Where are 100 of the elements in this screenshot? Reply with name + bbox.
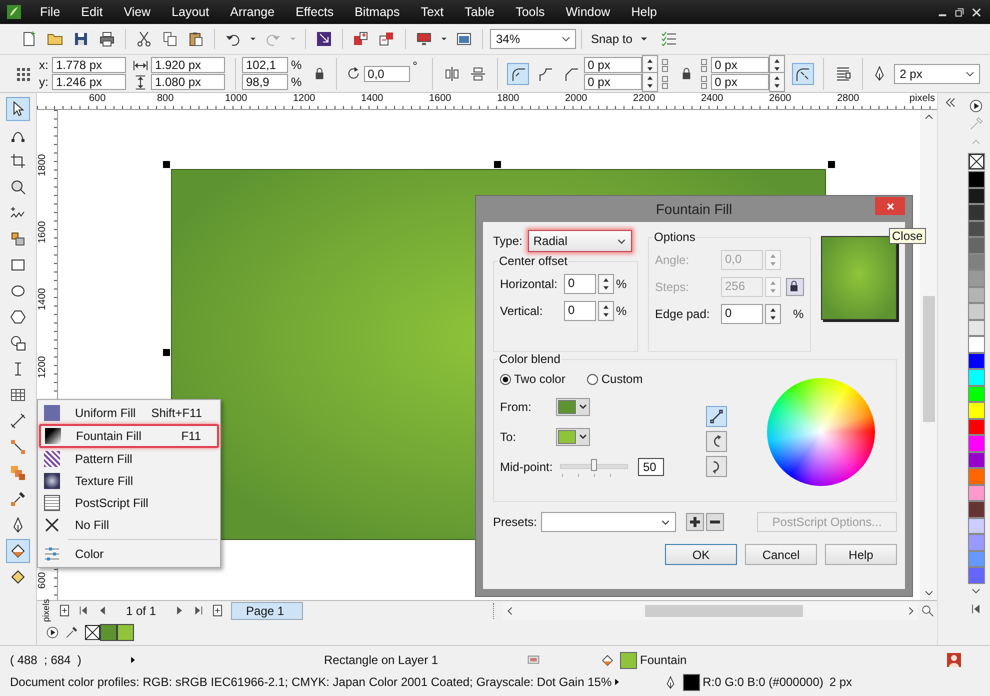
color-swatch[interactable]	[968, 501, 984, 518]
round-corner-button[interactable]	[506, 62, 529, 84]
color-swatch[interactable]	[968, 204, 984, 220]
selection-handle[interactable]	[163, 349, 170, 356]
menu-item[interactable]: Layout	[172, 5, 210, 19]
corner-radius-field[interactable]: 0 px	[710, 74, 769, 90]
fill-menu-item[interactable]: PostScript Fill	[39, 492, 219, 514]
checklist-icon[interactable]	[661, 31, 678, 47]
color-swatch[interactable]	[968, 286, 984, 303]
outline-width-dropdown[interactable]: 2 px	[894, 64, 980, 84]
monitor-icon[interactable]	[527, 654, 540, 666]
snap-to-dropdown[interactable]: Snap to	[591, 32, 650, 46]
color-swatch[interactable]	[968, 386, 984, 402]
color-swatch[interactable]	[968, 484, 984, 501]
zoom-level-dropdown[interactable]: 34%	[490, 29, 576, 49]
no-color-swatch[interactable]	[968, 153, 984, 170]
mid-point-field[interactable]: 50	[638, 458, 664, 476]
presets-dropdown[interactable]	[541, 512, 676, 532]
dialog-button[interactable]: Help	[825, 544, 897, 565]
printer-icon[interactable]	[99, 31, 115, 47]
horizontal-scrollbar[interactable]	[503, 602, 918, 620]
fill-menu-item[interactable]: Uniform Fill Shift+F11	[39, 402, 219, 424]
menu-item[interactable]: View	[124, 5, 151, 19]
add-page-icon[interactable]	[58, 604, 71, 617]
clockwise-arrow-button[interactable]	[706, 456, 727, 477]
scissors-icon[interactable]	[136, 31, 152, 47]
chamfer-corner-icon[interactable]	[562, 66, 579, 82]
first-page-icon[interactable]	[77, 604, 90, 617]
color-swatch[interactable]	[968, 320, 984, 336]
vertical-offset-field[interactable]: 0	[564, 300, 596, 320]
color-swatch[interactable]	[968, 254, 984, 270]
color-swatch[interactable]	[968, 518, 984, 534]
corner-radius-field[interactable]: 0 px	[584, 57, 642, 73]
color-swatch[interactable]	[968, 550, 984, 567]
new-document-icon[interactable]	[21, 31, 37, 47]
close-icon[interactable]	[971, 6, 982, 18]
type-dropdown[interactable]: Radial	[528, 230, 632, 252]
selection-handle[interactable]	[828, 161, 835, 168]
tool-button[interactable]	[6, 539, 30, 563]
user-silhouette-icon[interactable]	[946, 652, 962, 668]
rotation-angle-field[interactable]: 0,0	[364, 66, 410, 82]
color-swatch[interactable]	[968, 435, 984, 452]
folder-icon[interactable]	[47, 31, 63, 47]
clipboard-icon[interactable]	[188, 31, 204, 47]
add-preset-button[interactable]	[686, 513, 704, 531]
window-icon[interactable]	[456, 31, 472, 47]
menu-item[interactable]: File	[40, 5, 60, 19]
corner-radius-field[interactable]: 0 px	[584, 74, 642, 90]
color-swatch[interactable]	[968, 418, 984, 435]
zoom-icon[interactable]	[921, 604, 934, 617]
color-swatch[interactable]	[968, 369, 984, 386]
fill-menu-item[interactable]: Texture Fill	[39, 470, 219, 492]
color-swatch[interactable]	[968, 402, 984, 418]
color-swatch[interactable]	[968, 220, 984, 237]
scrollbar-thumb[interactable]	[922, 296, 934, 422]
scale-corners-button[interactable]	[792, 62, 814, 84]
fill-menu-item[interactable]: Fountain Fill F11	[39, 424, 219, 448]
spin-button[interactable]	[598, 300, 614, 320]
width-field[interactable]: 1.920 px	[151, 57, 225, 73]
close-button[interactable]	[875, 197, 905, 215]
menu-item[interactable]: Table	[464, 5, 495, 19]
x-position-field[interactable]: 1.778 px	[52, 57, 126, 73]
page-tab[interactable]: Page 1	[231, 602, 304, 620]
eyedropper-icon[interactable]	[65, 626, 78, 639]
color-swatch[interactable]	[968, 534, 984, 550]
counterclockwise-arrow-button[interactable]	[706, 431, 727, 452]
menu-item[interactable]: Arrange	[230, 5, 275, 19]
menu-item[interactable]: Effects	[296, 5, 334, 19]
menu-item[interactable]: Text	[420, 5, 444, 19]
menu-item[interactable]: Bitmaps	[354, 5, 400, 19]
color-swatch[interactable]	[968, 237, 984, 254]
color-swatch[interactable]	[968, 468, 984, 484]
text-wrap-icon[interactable]	[834, 66, 851, 82]
color-swatch[interactable]	[968, 270, 984, 286]
diagonal-line-button[interactable]	[706, 406, 727, 427]
color-swatch[interactable]	[968, 303, 984, 320]
app-logo-icon[interactable]	[6, 4, 22, 20]
color-picker[interactable]	[556, 398, 590, 416]
blend-mode-radio[interactable]: Custom	[587, 372, 643, 386]
scrollbar-thumb[interactable]	[645, 604, 803, 616]
restore-icon[interactable]	[954, 6, 965, 18]
color-swatch[interactable]	[968, 188, 984, 204]
play-icon[interactable]	[969, 99, 983, 113]
spin-button[interactable]	[768, 72, 785, 92]
spin-button[interactable]	[598, 274, 614, 294]
corner-radius-field[interactable]: 0 px	[710, 57, 769, 73]
color-swatch[interactable]	[620, 652, 637, 668]
add-page-icon[interactable]	[211, 604, 224, 617]
height-field[interactable]: 1.080 px	[151, 74, 225, 90]
spin-button[interactable]	[642, 72, 658, 92]
fill-menu-item[interactable]: Color	[39, 543, 219, 565]
no-color-swatch[interactable]	[85, 625, 100, 640]
remove-preset-button[interactable]	[706, 513, 724, 531]
scallop-corner-icon[interactable]	[536, 66, 553, 82]
menu-item[interactable]: Edit	[81, 5, 103, 19]
dialog-button[interactable]: Cancel	[745, 544, 817, 565]
color-swatch[interactable]	[968, 452, 984, 468]
tool-button[interactable]	[6, 97, 30, 121]
grid-dots-icon[interactable]	[15, 66, 31, 82]
y-position-field[interactable]: 1.246 px	[52, 74, 126, 90]
